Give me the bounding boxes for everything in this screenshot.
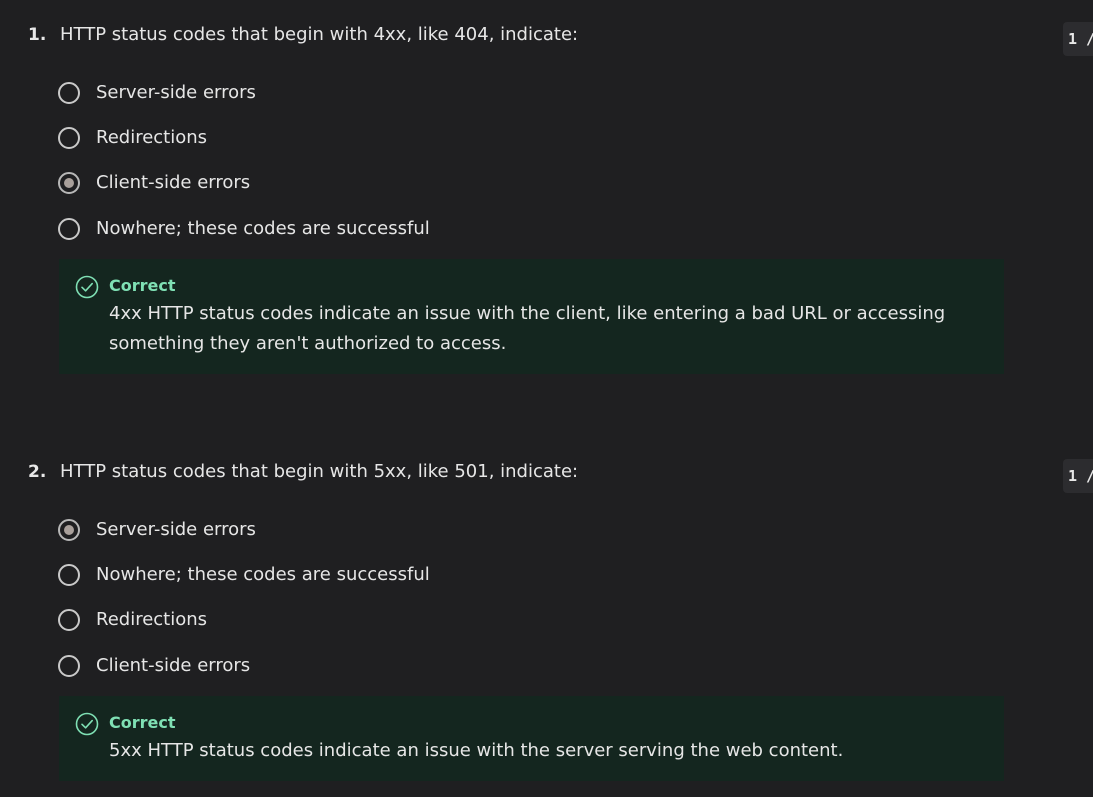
radio-button[interactable] <box>58 218 80 240</box>
feedback-status: Correct <box>109 276 176 295</box>
option-redirections[interactable]: Redirections <box>58 125 558 155</box>
question-number: 1. <box>28 25 47 45</box>
radio-button-selected[interactable] <box>58 519 80 541</box>
option-server-side-errors[interactable]: Server-side errors <box>58 80 558 110</box>
check-circle-icon <box>75 712 99 736</box>
option-client-side-errors[interactable]: Client-side errors <box>58 170 558 200</box>
option-label: Redirections <box>96 609 208 630</box>
radio-button[interactable] <box>58 82 80 104</box>
question-header: 2. HTTP status codes that begin with 5xx… <box>0 457 1093 493</box>
feedback-text: 5xx HTTP status codes indicate an issue … <box>109 740 844 761</box>
radio-button[interactable] <box>58 609 80 631</box>
check-circle-icon <box>75 275 99 299</box>
score-badge: 1 / 1 <box>1063 459 1093 493</box>
option-label: Client-side errors <box>96 655 251 676</box>
radio-button[interactable] <box>58 655 80 677</box>
feedback-text: 4xx HTTP status codes indicate an issue … <box>109 303 946 354</box>
question-text: HTTP status codes that begin with 5xx, l… <box>60 461 579 482</box>
option-label: Redirections <box>96 127 208 148</box>
score-badge: 1 / 1 <box>1063 22 1093 56</box>
option-nowhere-successful[interactable]: Nowhere; these codes are successful <box>58 562 558 592</box>
option-label: Client-side errors <box>96 172 251 193</box>
feedback-panel: Correct 5xx HTTP status codes indicate a… <box>59 696 1004 781</box>
option-redirections[interactable]: Redirections <box>58 607 558 637</box>
question-header: 1. HTTP status codes that begin with 4xx… <box>0 20 1093 56</box>
option-server-side-errors[interactable]: Server-side errors <box>58 517 558 547</box>
radio-button[interactable] <box>58 564 80 586</box>
option-label: Server-side errors <box>96 82 256 103</box>
question-number: 2. <box>28 462 47 482</box>
radio-button-selected[interactable] <box>58 172 80 194</box>
option-label: Nowhere; these codes are successful <box>96 564 430 585</box>
option-label: Server-side errors <box>96 519 256 540</box>
option-nowhere-successful[interactable]: Nowhere; these codes are successful <box>58 216 558 246</box>
feedback-status: Correct <box>109 713 176 732</box>
option-label: Nowhere; these codes are successful <box>96 218 430 239</box>
question-text: HTTP status codes that begin with 4xx, l… <box>60 24 579 45</box>
option-client-side-errors[interactable]: Client-side errors <box>58 653 558 683</box>
radio-button[interactable] <box>58 127 80 149</box>
quiz-page: 1. HTTP status codes that begin with 4xx… <box>0 0 1093 797</box>
feedback-panel: Correct 4xx HTTP status codes indicate a… <box>59 259 1004 374</box>
